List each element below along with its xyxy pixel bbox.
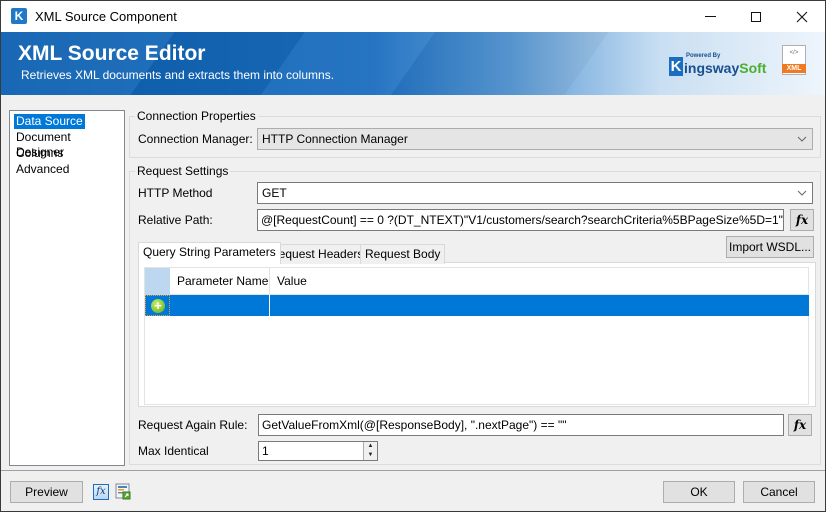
- close-button[interactable]: [779, 1, 825, 32]
- connection-manager-label: Connection Manager:: [138, 132, 253, 146]
- add-row-icon: +: [151, 299, 165, 313]
- logo-ingsway: ingsway: [684, 60, 740, 76]
- max-identical-stepper[interactable]: 1 ▲ ▼: [258, 441, 378, 461]
- maximize-button[interactable]: [733, 1, 779, 32]
- minimize-icon: [704, 16, 716, 17]
- parameter-name-cell[interactable]: [171, 295, 269, 316]
- request-settings-label: Request Settings: [135, 164, 231, 178]
- ok-button[interactable]: OK: [663, 481, 735, 503]
- http-method-value: GET: [262, 186, 287, 200]
- max-identical-label: Max Identical: [138, 444, 209, 458]
- table-row[interactable]: +: [145, 295, 809, 316]
- nav-item-data-source[interactable]: Data Source: [14, 114, 85, 129]
- kingswaysoft-logo: K ingsway Soft: [669, 54, 766, 76]
- cancel-button[interactable]: Cancel: [743, 481, 815, 503]
- nav-item-columns[interactable]: Columns: [14, 146, 65, 161]
- column-header-value[interactable]: Value: [270, 268, 809, 295]
- chevron-down-icon: [797, 136, 807, 142]
- maximize-icon: [751, 11, 761, 22]
- request-again-rule-input[interactable]: GetValueFromXml(@[ResponseBody], ".nextP…: [258, 414, 784, 436]
- increment-icon[interactable]: ▲: [364, 442, 377, 451]
- connection-properties-label: Connection Properties: [135, 109, 258, 123]
- preview-button[interactable]: Preview: [10, 481, 83, 503]
- request-again-rule-expression-button[interactable]: fx: [788, 414, 812, 436]
- tab-query-string-parameters[interactable]: Query String Parameters: [138, 242, 281, 264]
- parameter-value-cell[interactable]: [271, 295, 809, 316]
- import-wsdl-button[interactable]: Import WSDL...: [726, 236, 814, 258]
- connection-manager-value: HTTP Connection Manager: [262, 132, 408, 146]
- chevron-down-icon: [797, 190, 807, 196]
- editor-subtitle: Retrieves XML documents and extracts the…: [21, 68, 335, 82]
- kingswaysoft-app-icon: K: [11, 8, 27, 24]
- max-identical-value: 1: [262, 444, 269, 458]
- kingswaysoft-k-icon: K: [669, 57, 683, 76]
- cell-divider: [269, 295, 270, 316]
- logo-soft: Soft: [739, 60, 767, 76]
- grid-header: Parameter Name Value: [145, 268, 808, 295]
- title-bar: K XML Source Component: [1, 1, 825, 32]
- xml-file-icon: </> XML: [782, 45, 806, 75]
- request-again-rule-label: Request Again Rule:: [138, 418, 248, 432]
- minimize-button[interactable]: [687, 1, 733, 32]
- nav-item-advanced[interactable]: Advanced: [14, 162, 71, 177]
- header-banner: XML Source Editor Retrieves XML document…: [1, 32, 825, 95]
- connection-manager-select[interactable]: HTTP Connection Manager: [257, 128, 813, 150]
- close-icon: [796, 11, 808, 22]
- http-method-label: HTTP Method: [138, 186, 213, 200]
- xml-source-component-window: K XML Source Component XML Source Editor…: [0, 0, 826, 512]
- http-method-select[interactable]: GET: [257, 182, 813, 204]
- editor-title: XML Source Editor: [18, 42, 206, 65]
- new-row-header[interactable]: +: [145, 295, 170, 316]
- column-header-parameter-name[interactable]: Parameter Name: [170, 268, 270, 295]
- window-title: XML Source Component: [35, 9, 177, 24]
- variables-icon[interactable]: [115, 483, 131, 500]
- footer-divider: [1, 470, 825, 471]
- relative-path-input[interactable]: @[RequestCount] == 0 ?(DT_NTEXT)"V1/cust…: [257, 209, 784, 231]
- relative-path-label: Relative Path:: [138, 213, 213, 227]
- stepper-buttons: ▲ ▼: [363, 442, 377, 460]
- grid-corner-cell[interactable]: [145, 268, 170, 295]
- xml-tag: XML: [782, 64, 806, 73]
- expression-editor-icon[interactable]: fx: [93, 484, 109, 500]
- relative-path-expression-button[interactable]: fx: [790, 209, 814, 231]
- query-parameters-grid: Parameter Name Value +: [144, 267, 809, 405]
- nav-item-document-designer[interactable]: Document Designer: [14, 130, 124, 159]
- tab-request-body[interactable]: Request Body: [360, 244, 446, 264]
- page-navigation-list: Data Source Document Designer Columns Ad…: [9, 110, 125, 466]
- decrement-icon[interactable]: ▼: [364, 451, 377, 460]
- xml-code-glyph: </>: [789, 50, 799, 56]
